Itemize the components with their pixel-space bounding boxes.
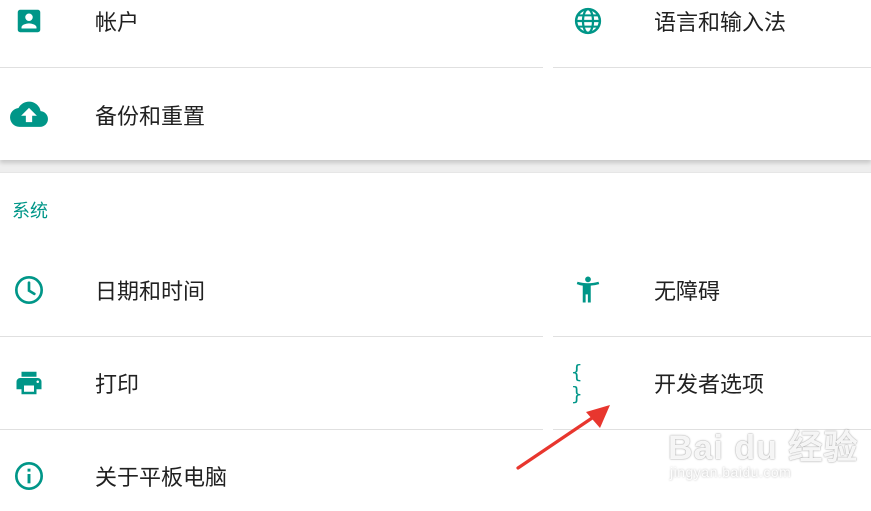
divider (553, 429, 871, 430)
personal-settings-card: 帐户 语言和输入法 备份和重置 (0, 0, 871, 160)
settings-item-label: 无障碍 (654, 280, 721, 305)
clock-icon (12, 273, 46, 307)
settings-item-label: 开发者选项 (654, 373, 765, 398)
divider (553, 336, 871, 337)
settings-item-label: 帐户 (95, 11, 140, 36)
settings-item-backup-reset[interactable]: 备份和重置 (0, 80, 543, 150)
settings-item-developer-options[interactable]: { } 开发者选项 (553, 348, 871, 418)
settings-item-date-time[interactable]: 日期和时间 (0, 255, 543, 325)
accessibility-icon (571, 273, 605, 307)
settings-item-about-tablet[interactable]: 关于平板电脑 (0, 441, 543, 511)
settings-item-label: 备份和重置 (95, 105, 206, 130)
globe-icon (571, 4, 605, 38)
printer-icon (12, 366, 46, 400)
settings-item-account[interactable]: 帐户 (0, 0, 543, 56)
settings-item-label: 语言和输入法 (654, 11, 787, 36)
system-settings-card: 系统 日期和时间 无障碍 打印 { } 开发者选项 关于平板电脑 (0, 172, 871, 506)
divider (553, 67, 871, 68)
divider (0, 67, 543, 68)
settings-item-language-input[interactable]: 语言和输入法 (553, 0, 871, 56)
code-braces-icon: { } (571, 361, 586, 405)
settings-item-label: 关于平板电脑 (95, 466, 228, 491)
settings-item-print[interactable]: 打印 (0, 348, 543, 418)
info-icon (12, 459, 46, 493)
cloud-upload-icon (10, 98, 48, 132)
account-box-icon (12, 4, 46, 38)
settings-item-label: 日期和时间 (95, 280, 206, 305)
settings-item-label: 打印 (95, 373, 140, 398)
divider (0, 336, 543, 337)
divider (0, 429, 543, 430)
settings-item-accessibility[interactable]: 无障碍 (553, 255, 871, 325)
section-title-system: 系统 (12, 201, 48, 222)
section-gap (0, 160, 871, 172)
